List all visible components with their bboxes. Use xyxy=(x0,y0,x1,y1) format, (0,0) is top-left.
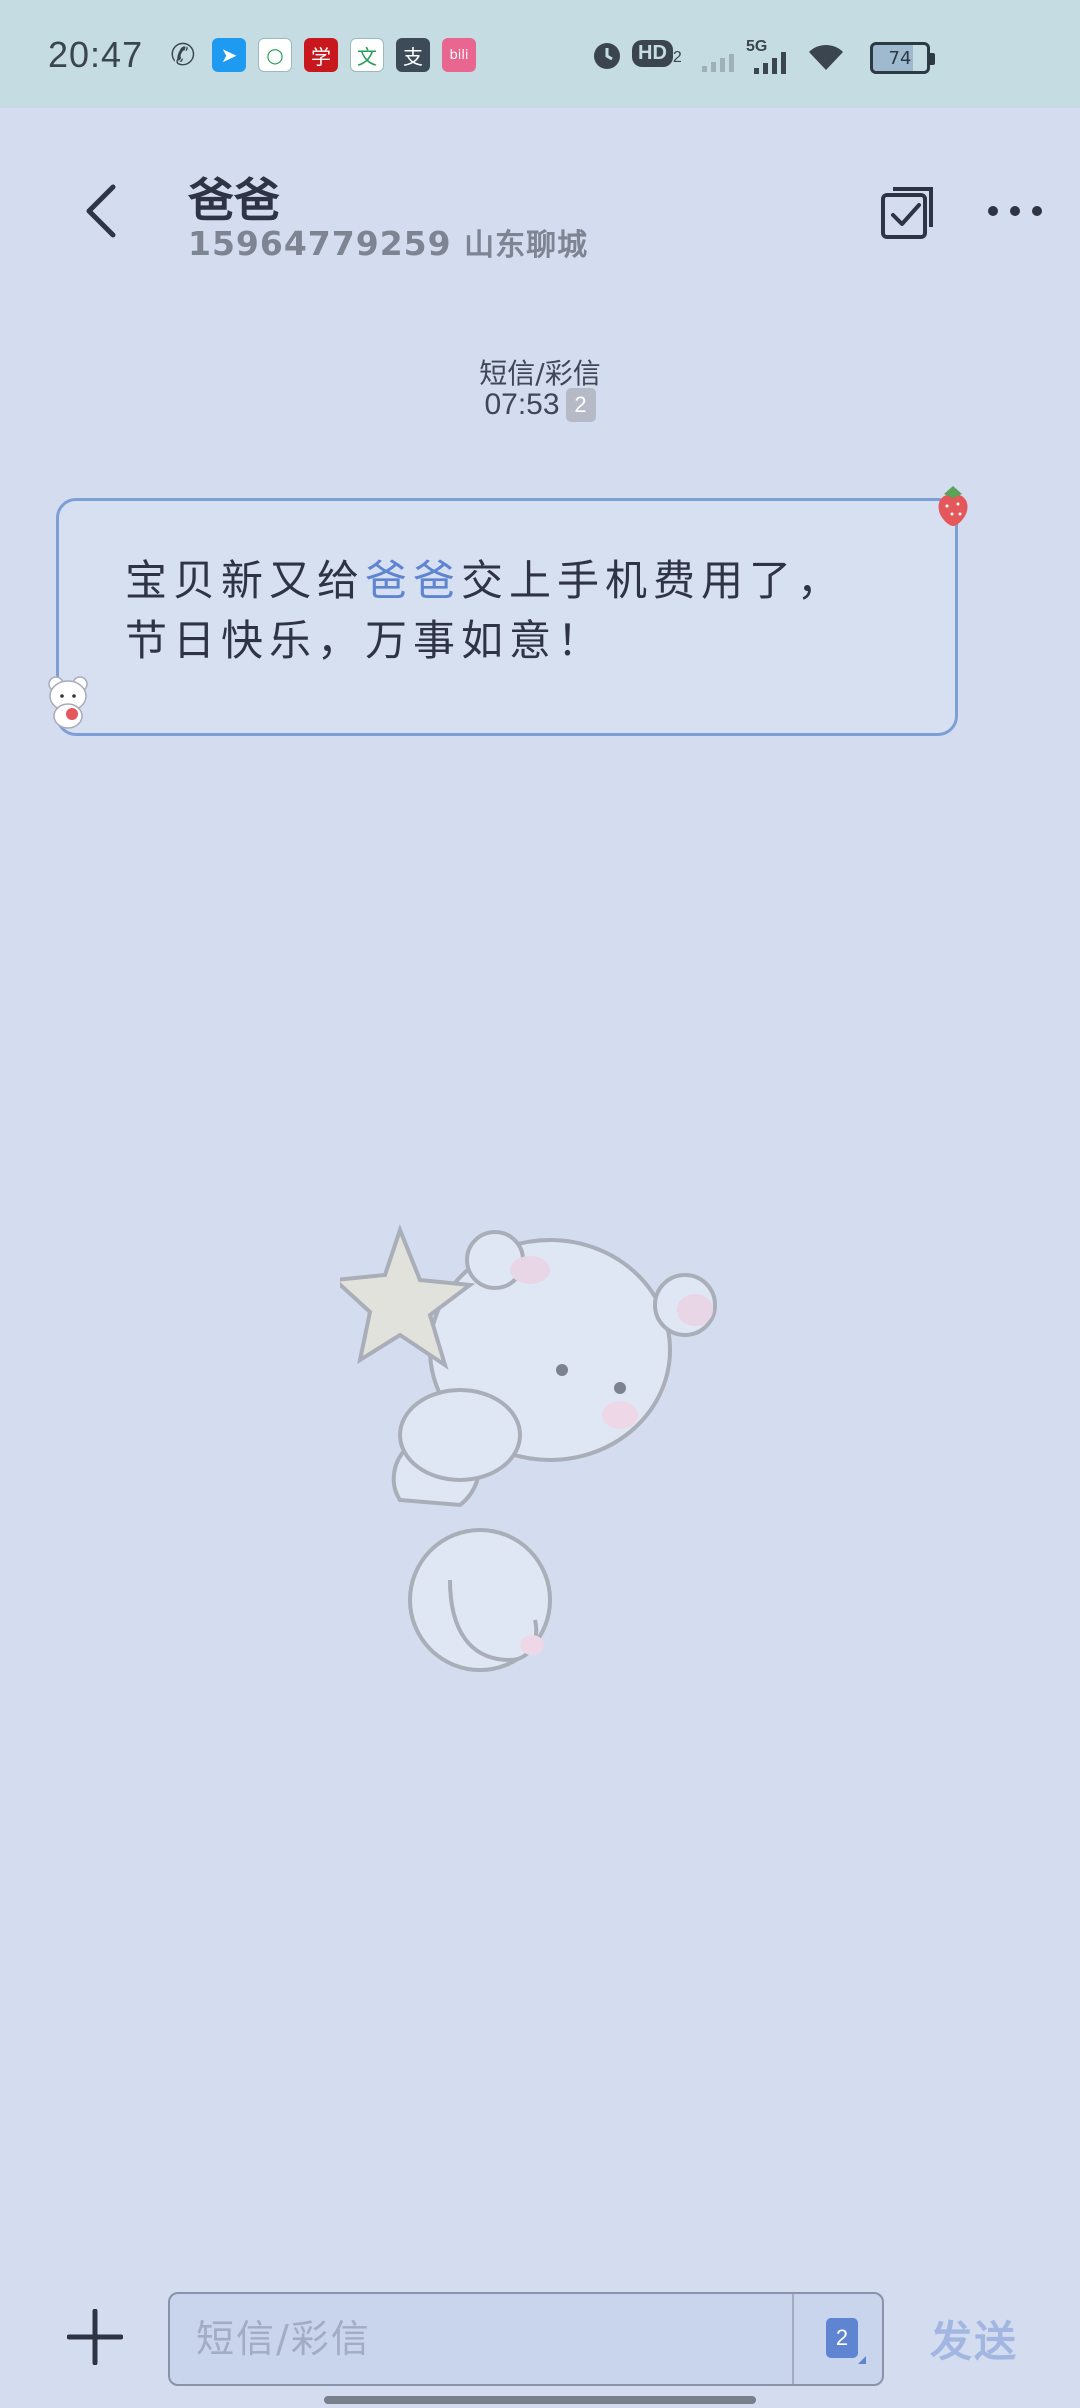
chat-bubble-app-icon: ○ xyxy=(258,38,292,72)
status-bar: 20:47 ✆ ➤ ○ 学文支 bili HD 2 5G 74 xyxy=(0,0,1080,108)
message-input-box: 2 xyxy=(168,2292,884,2386)
contact-subtitle: 15964779259 山东聊城 xyxy=(188,220,588,264)
message-time: 07:53 xyxy=(484,388,560,421)
alarm-icon xyxy=(590,38,624,76)
message-timestamp: 07:53 2 xyxy=(0,388,1080,422)
contact-number: 15964779259 xyxy=(188,224,452,263)
contact-link[interactable]: 爸爸 xyxy=(365,556,461,605)
multi-select-button[interactable] xyxy=(874,176,944,246)
study-app-icon: 学 xyxy=(304,38,338,72)
sim-switch-button[interactable]: 2 xyxy=(826,2318,866,2364)
bear-holding-star-illustration xyxy=(340,1224,717,1672)
add-attachment-button[interactable] xyxy=(62,2304,128,2370)
bear-sticker-icon xyxy=(48,676,88,729)
signal-empty-icon xyxy=(700,48,740,78)
multi-select-icon xyxy=(881,187,933,239)
status-time: 20:47 xyxy=(48,34,144,75)
notification-icons: ✆ ➤ ○ 学文支 bili xyxy=(166,37,476,73)
battery-level: 74 xyxy=(888,47,912,69)
wifi-icon xyxy=(806,40,846,78)
back-button[interactable] xyxy=(66,176,136,246)
message-bubble[interactable]: 宝贝新又给爸爸交上手机费用了，节日快乐，万事如意！ xyxy=(56,498,958,736)
send-button[interactable]: 发送 xyxy=(930,2308,1018,2369)
alipay-app-icon: 支 xyxy=(396,38,430,72)
bilibili-app-icon: bili xyxy=(442,38,476,72)
battery-indicator: 74 xyxy=(870,42,935,74)
home-indicator[interactable] xyxy=(324,2396,756,2404)
message-input[interactable] xyxy=(194,2294,754,2384)
phone-icon: ✆ xyxy=(170,37,196,73)
strawberry-sticker-icon xyxy=(938,486,968,526)
more-dots-icon xyxy=(988,206,1042,216)
chevron-left-icon xyxy=(86,184,116,238)
more-options-button[interactable] xyxy=(980,176,1050,246)
wen-app-icon: 文 xyxy=(350,38,384,72)
feishu-app-icon: ➤ xyxy=(212,38,246,72)
hd-voice-icon: HD 2 xyxy=(632,40,682,67)
plus-icon xyxy=(67,2309,123,2365)
message-type-label: 短信/彩信 xyxy=(479,357,601,390)
input-divider xyxy=(792,2294,794,2384)
sim-badge: 2 xyxy=(565,388,596,422)
contact-location: 山东聊城 xyxy=(464,228,589,263)
message-text: 宝贝新又给爸爸交上手机费用了，节日快乐，万事如意！ xyxy=(125,556,846,665)
